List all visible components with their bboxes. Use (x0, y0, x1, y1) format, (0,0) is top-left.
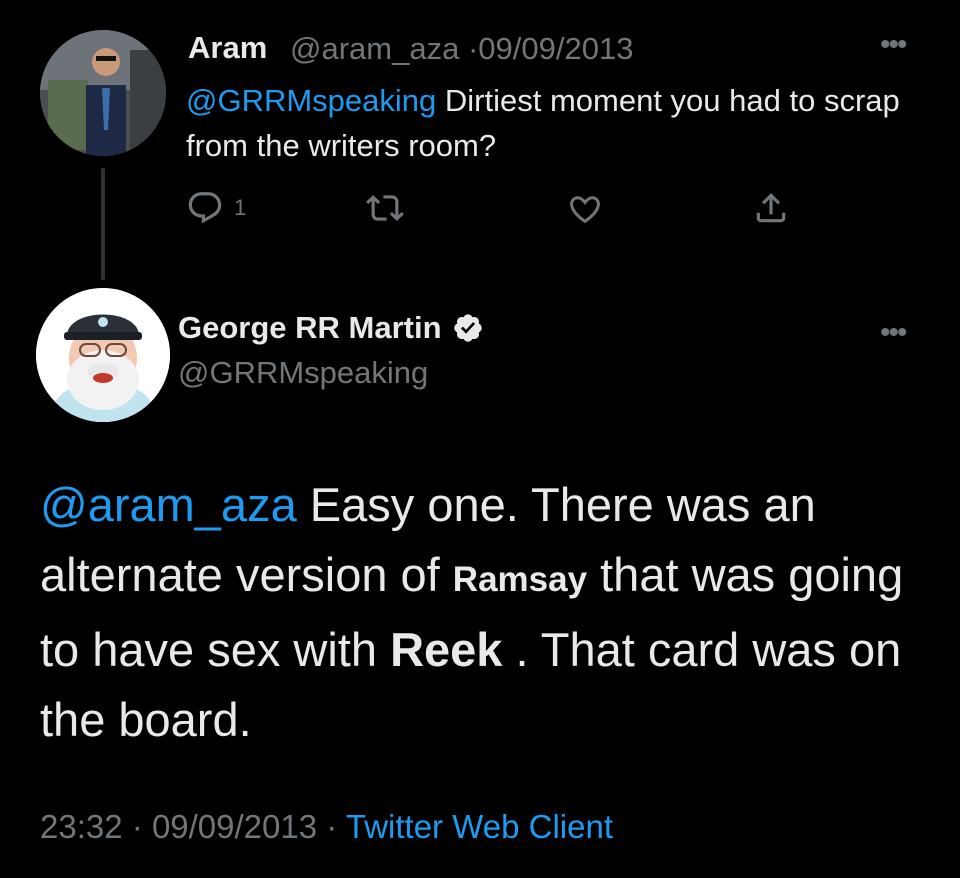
reply-mention-link[interactable]: @GRRMspeaking (186, 83, 436, 118)
share-button[interactable] (752, 188, 790, 228)
tweet-footer: 23:32 · 09/09/2013 · Twitter Web Client (40, 808, 613, 846)
tweet-time[interactable]: 23:32 (40, 808, 123, 845)
share-icon (756, 193, 786, 223)
tweet-date[interactable]: 09/09/2013 (152, 808, 317, 845)
like-button[interactable] (566, 188, 604, 228)
bold-word-ramsay: Ramsay (452, 560, 588, 599)
main-author-handle[interactable]: @GRRMspeaking (178, 355, 428, 391)
reply-date[interactable]: 09/09/2013 (478, 31, 633, 66)
footer-separator: · (131, 808, 143, 845)
main-author-name[interactable]: George RR Martin (178, 310, 442, 346)
retweet-icon (366, 195, 404, 221)
reply-tweet-text: @GRRMspeaking Dirtiest moment you had to… (186, 78, 906, 168)
tweet-client-link[interactable]: Twitter Web Client (346, 808, 613, 845)
reply-count: 1 (234, 195, 247, 220)
reply-author-meta: @aram_aza ·09/09/2013 (290, 31, 633, 67)
more-dots-icon[interactable]: ••• (880, 318, 907, 348)
reply-author-name[interactable]: Aram (188, 30, 267, 66)
reply-author-handle[interactable]: @aram_aza (290, 31, 459, 66)
reply-button[interactable]: 1 (186, 188, 246, 228)
main-author-row: George RR Martin (178, 310, 484, 346)
footer-separator-2: · (326, 808, 338, 845)
verified-badge-icon (453, 314, 482, 342)
main-mention-link[interactable]: @aram_aza (40, 478, 297, 531)
aram-avatar[interactable] (40, 30, 166, 156)
bold-word-reek: Reek (390, 623, 503, 676)
like-icon (570, 196, 600, 224)
reply-icon (188, 192, 222, 224)
meta-separator: · (467, 31, 479, 66)
more-dots-icon[interactable]: ••• (880, 30, 907, 60)
main-tweet-text: @aram_aza Easy one. There was an alterna… (40, 470, 920, 755)
thread-connector-line (101, 168, 105, 280)
grrm-avatar[interactable] (36, 288, 170, 422)
retweet-button[interactable] (366, 188, 404, 228)
